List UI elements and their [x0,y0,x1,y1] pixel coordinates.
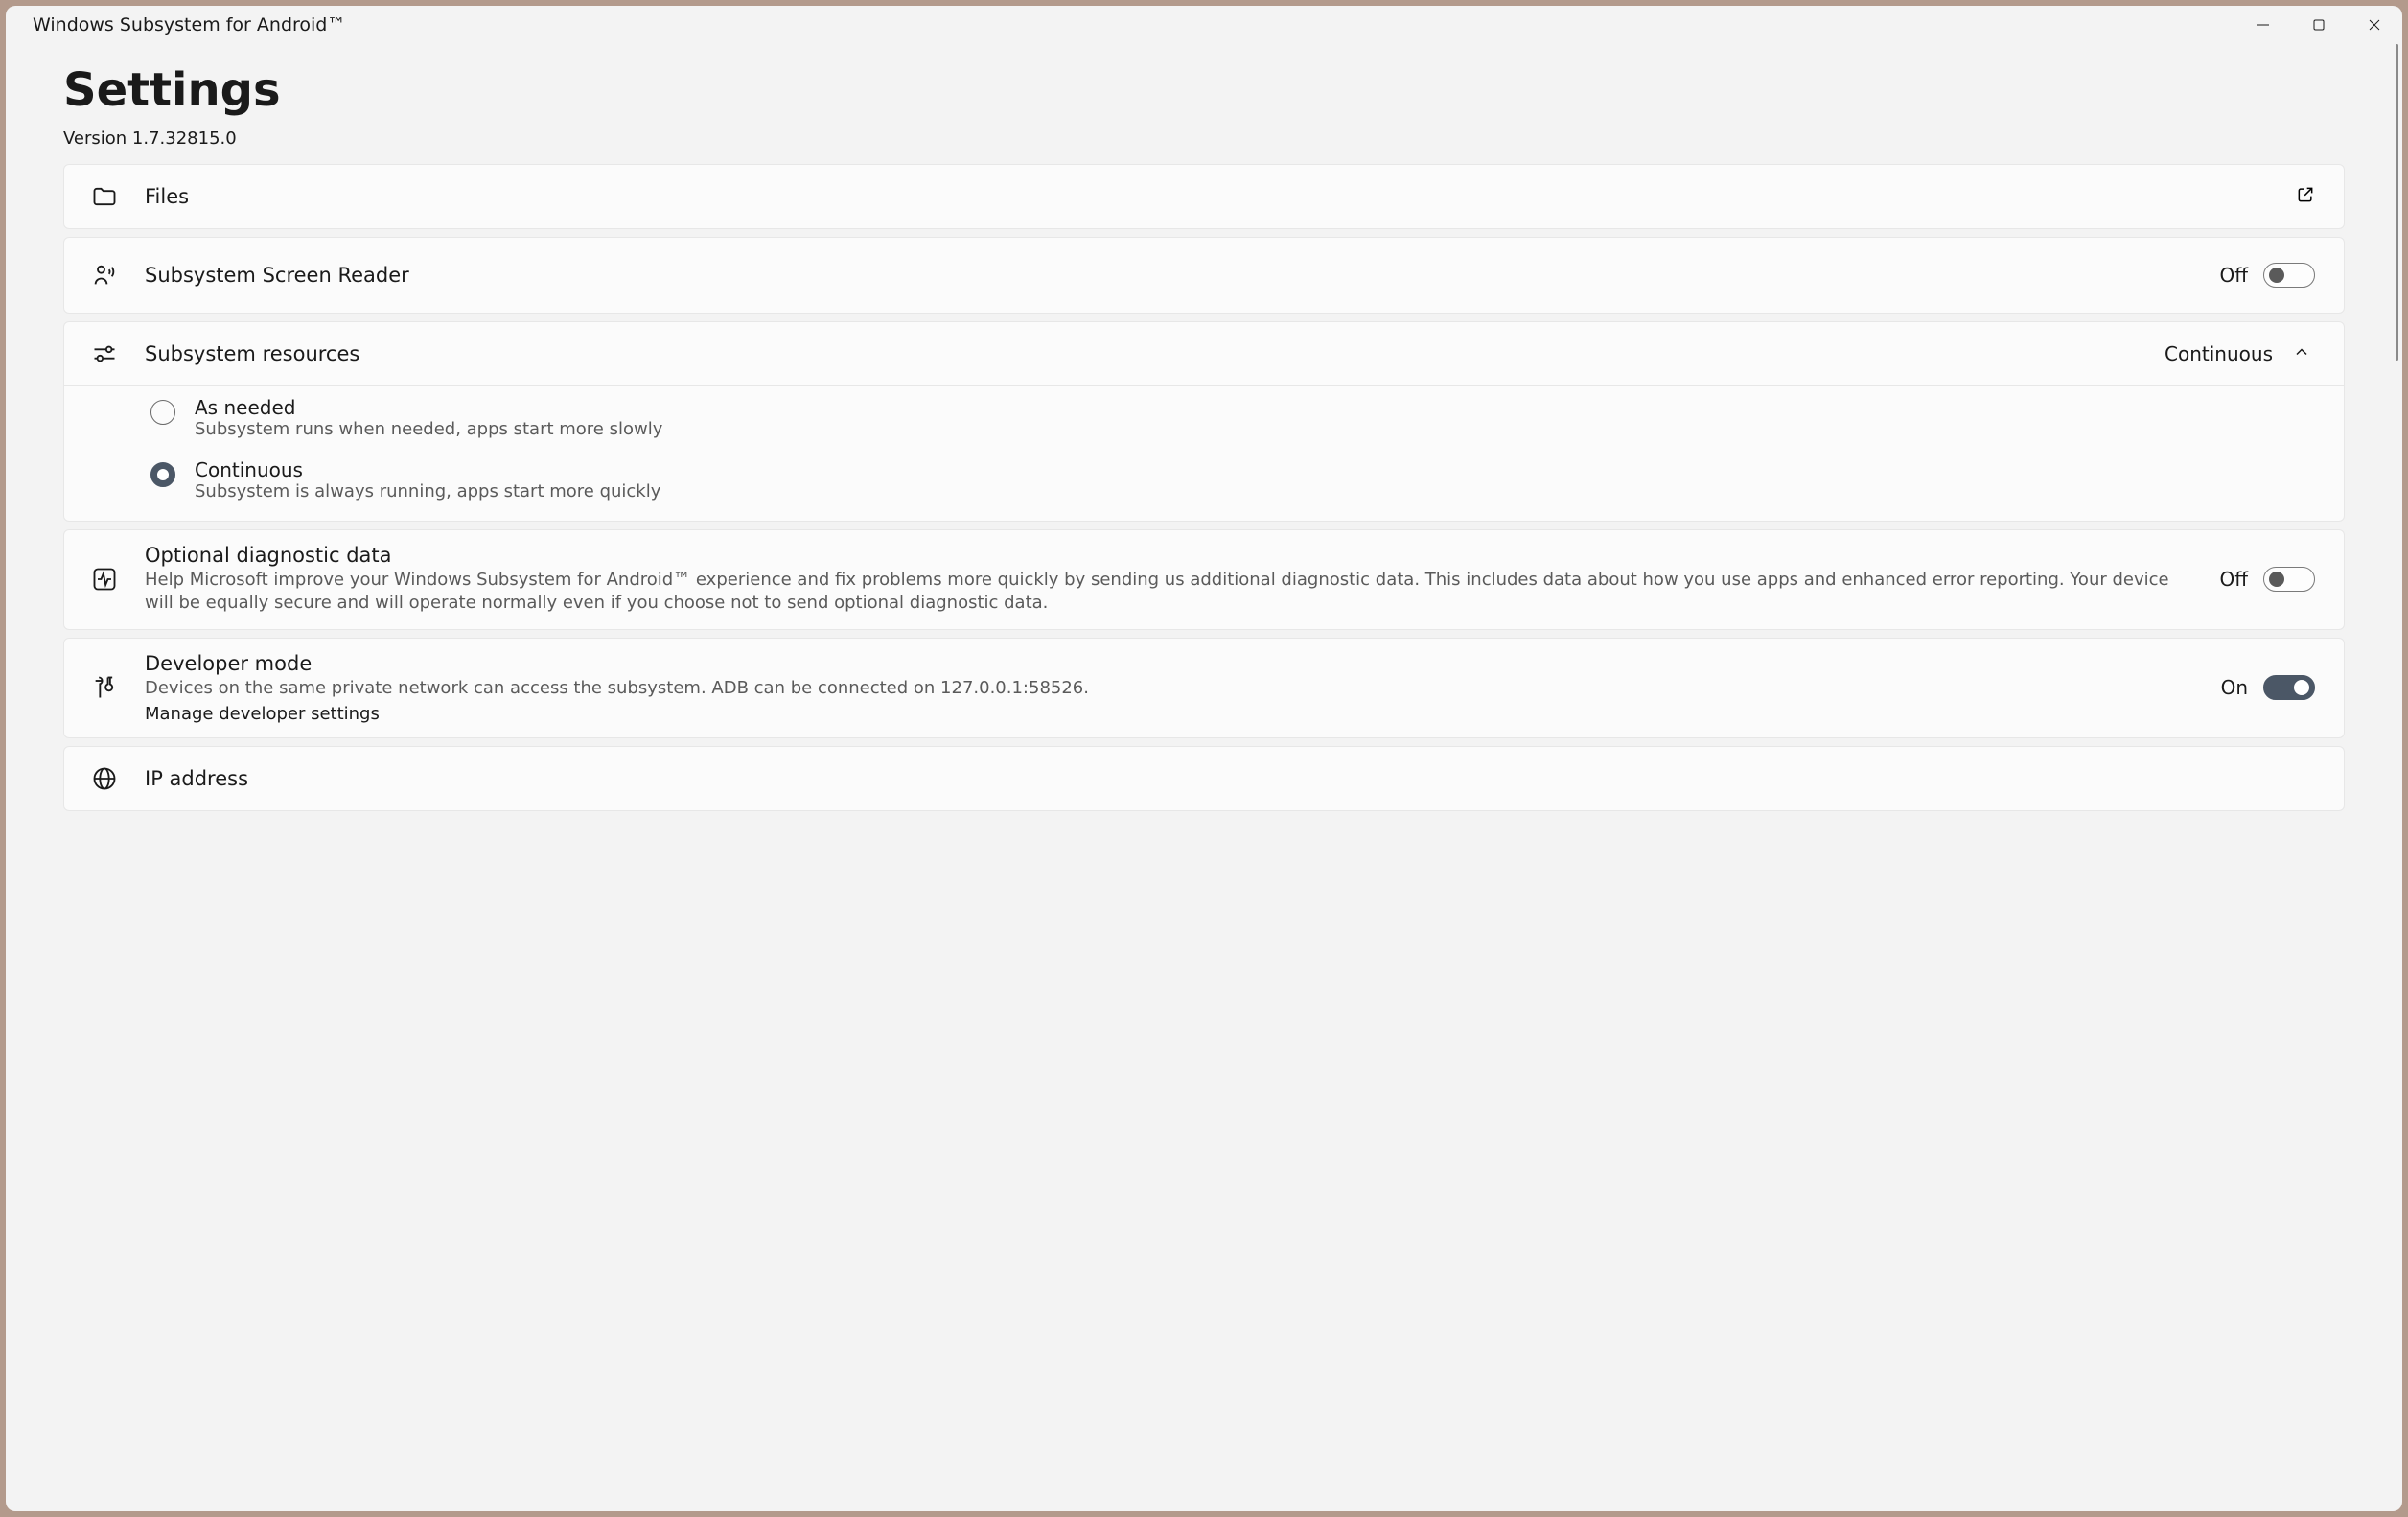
option-desc: Subsystem is always running, apps start … [195,481,660,502]
minimize-button[interactable] [2235,6,2291,44]
diagnostics-toggle[interactable] [2263,567,2315,592]
option-title: As needed [195,396,662,419]
open-external-icon [2296,185,2315,208]
developer-card: Developer mode Devices on the same priva… [63,638,2345,738]
scrollbar[interactable] [2396,44,2398,361]
resources-card: Subsystem resources Continuous As needed… [63,321,2345,522]
developer-title: Developer mode [145,652,2196,675]
radio-selected[interactable] [150,462,175,487]
maximize-button[interactable] [2291,6,2347,44]
version-label: Version 1.7.32815.0 [63,128,2345,149]
close-icon [2368,18,2381,32]
minimize-icon [2257,18,2270,32]
radio-unselected[interactable] [150,400,175,425]
developer-toggle[interactable] [2263,675,2315,700]
resources-value: Continuous [2165,342,2273,365]
option-title: Continuous [195,458,660,481]
folder-icon [89,183,120,210]
developer-state: On [2221,676,2248,699]
files-card[interactable]: Files [63,164,2345,229]
page-header: Settings Version 1.7.32815.0 [6,44,2402,151]
resources-label: Subsystem resources [145,342,2140,365]
maximize-icon [2312,18,2326,32]
developer-manage-link[interactable]: Manage developer settings [145,704,2196,724]
tools-icon [89,674,120,701]
window-controls [2235,6,2402,44]
diagnostics-desc: Help Microsoft improve your Windows Subs… [145,569,2194,616]
ip-card: IP address [63,746,2345,811]
diagnostics-title: Optional diagnostic data [145,544,2194,567]
app-window: Windows Subsystem for Android™ Settings … [6,6,2402,1511]
close-button[interactable] [2347,6,2402,44]
resources-option-as-needed[interactable]: As needed Subsystem runs when needed, ap… [64,386,2344,449]
sliders-icon [89,340,120,367]
option-desc: Subsystem runs when needed, apps start m… [195,419,662,439]
screen-reader-toggle[interactable] [2263,263,2315,288]
screen-reader-label: Subsystem Screen Reader [145,264,2194,287]
resources-option-continuous[interactable]: Continuous Subsystem is always running, … [64,449,2344,511]
resources-header[interactable]: Subsystem resources Continuous [64,322,2344,385]
ip-title: IP address [145,767,2315,790]
activity-icon [89,566,120,593]
titlebar: Windows Subsystem for Android™ [6,6,2402,44]
diagnostics-card: Optional diagnostic data Help Microsoft … [63,529,2345,630]
settings-content[interactable]: Files Subsystem Screen Reader Of [6,151,2402,1511]
screen-reader-state: Off [2219,264,2248,287]
files-label: Files [145,185,2271,208]
screen-reader-card: Subsystem Screen Reader Off [63,237,2345,314]
page-title: Settings [63,63,2345,117]
accessibility-icon [89,262,120,289]
chevron-up-icon [2288,342,2315,365]
window-title: Windows Subsystem for Android™ [33,14,345,35]
diagnostics-state: Off [2219,568,2248,591]
developer-desc: Devices on the same private network can … [145,677,2196,700]
network-icon [89,765,120,792]
